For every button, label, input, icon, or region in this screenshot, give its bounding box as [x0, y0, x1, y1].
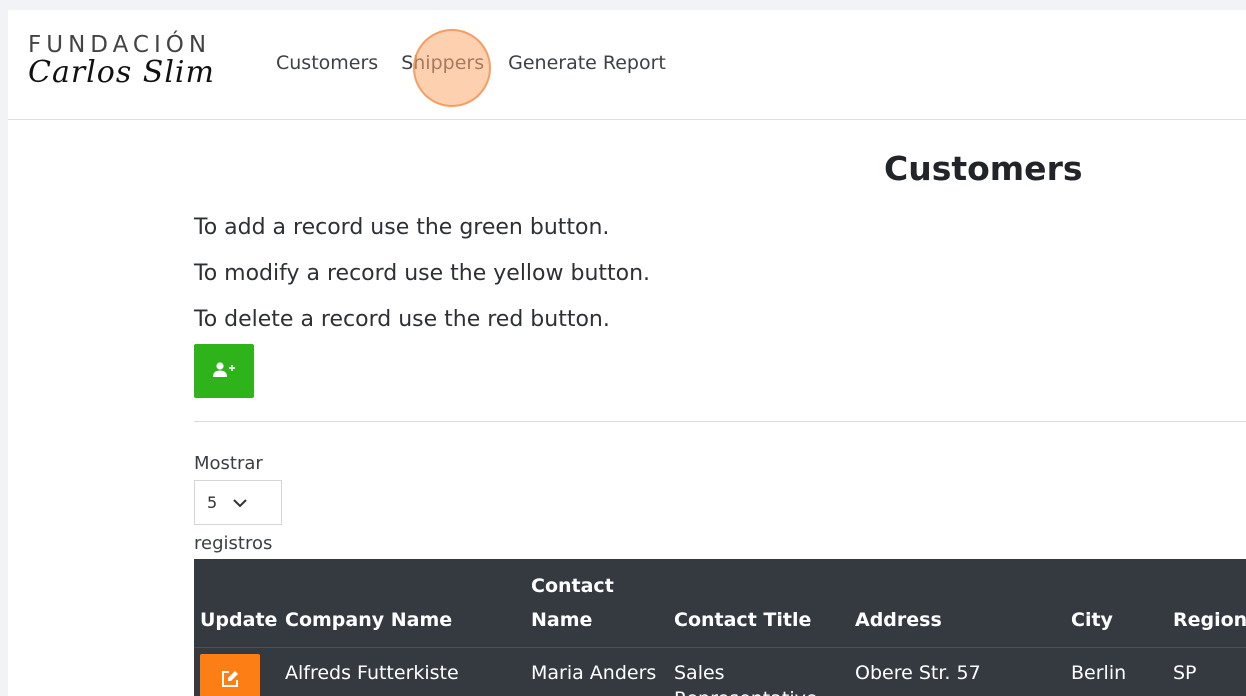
nav-link-customers[interactable]: Customers	[276, 52, 378, 74]
section-divider	[194, 421, 1246, 422]
table-header-row: Update Company Name Contact Name Contact…	[194, 559, 1246, 648]
cell-contact-name: Maria Anders	[525, 647, 668, 696]
instructions: To add a record use the green button. To…	[194, 205, 650, 343]
edit-icon	[221, 670, 239, 691]
add-record-button[interactable]	[194, 344, 254, 398]
page-size-suffix: registros	[194, 533, 273, 554]
page-size-select[interactable]: 5	[194, 480, 282, 525]
column-header-address: Address	[855, 609, 942, 631]
column-header-update: Update	[200, 609, 278, 631]
column-header-contact-name: Contact Name	[531, 575, 614, 631]
instruction-modify: To modify a record use the yellow button…	[194, 261, 651, 286]
column-header-region: Region	[1173, 609, 1246, 631]
edit-record-button[interactable]	[200, 654, 260, 696]
table-row: Alfreds Futterkiste Maria Anders Sales R…	[194, 647, 1246, 696]
cell-contact-title: Sales Representative	[668, 647, 849, 696]
logo-script: Carlos Slim	[28, 55, 215, 90]
page: FUNDACIÓN Carlos Slim Customers Shippers…	[8, 10, 1246, 696]
cell-company-name: Alfreds Futterkiste	[279, 647, 525, 696]
chevron-down-icon	[233, 493, 247, 512]
cell-city: Berlin	[1065, 647, 1167, 696]
navbar: FUNDACIÓN Carlos Slim Customers Shippers…	[8, 10, 1246, 120]
instruction-add: To add a record use the green button.	[194, 215, 610, 240]
user-plus-icon	[213, 361, 235, 381]
cell-address: Obere Str. 57	[849, 647, 1065, 696]
instruction-delete: To delete a record use the red button.	[194, 307, 610, 332]
nav-link-shippers[interactable]: Shippers	[401, 52, 484, 74]
customers-table: Update Company Name Contact Name Contact…	[194, 559, 1246, 696]
column-header-city: City	[1071, 609, 1113, 631]
page-size-value: 5	[207, 493, 218, 512]
page-title: Customers	[884, 149, 1083, 188]
column-header-company-name: Company Name	[285, 609, 453, 631]
update-cell	[194, 647, 279, 696]
page-size-label: Mostrar	[194, 453, 263, 474]
nav-links: Customers Shippers Generate Report	[276, 52, 666, 74]
logo[interactable]: FUNDACIÓN Carlos Slim	[28, 32, 215, 90]
nav-link-generate-report[interactable]: Generate Report	[508, 52, 666, 74]
cell-region: SP	[1167, 647, 1246, 696]
column-header-contact-title: Contact Title	[674, 609, 812, 631]
